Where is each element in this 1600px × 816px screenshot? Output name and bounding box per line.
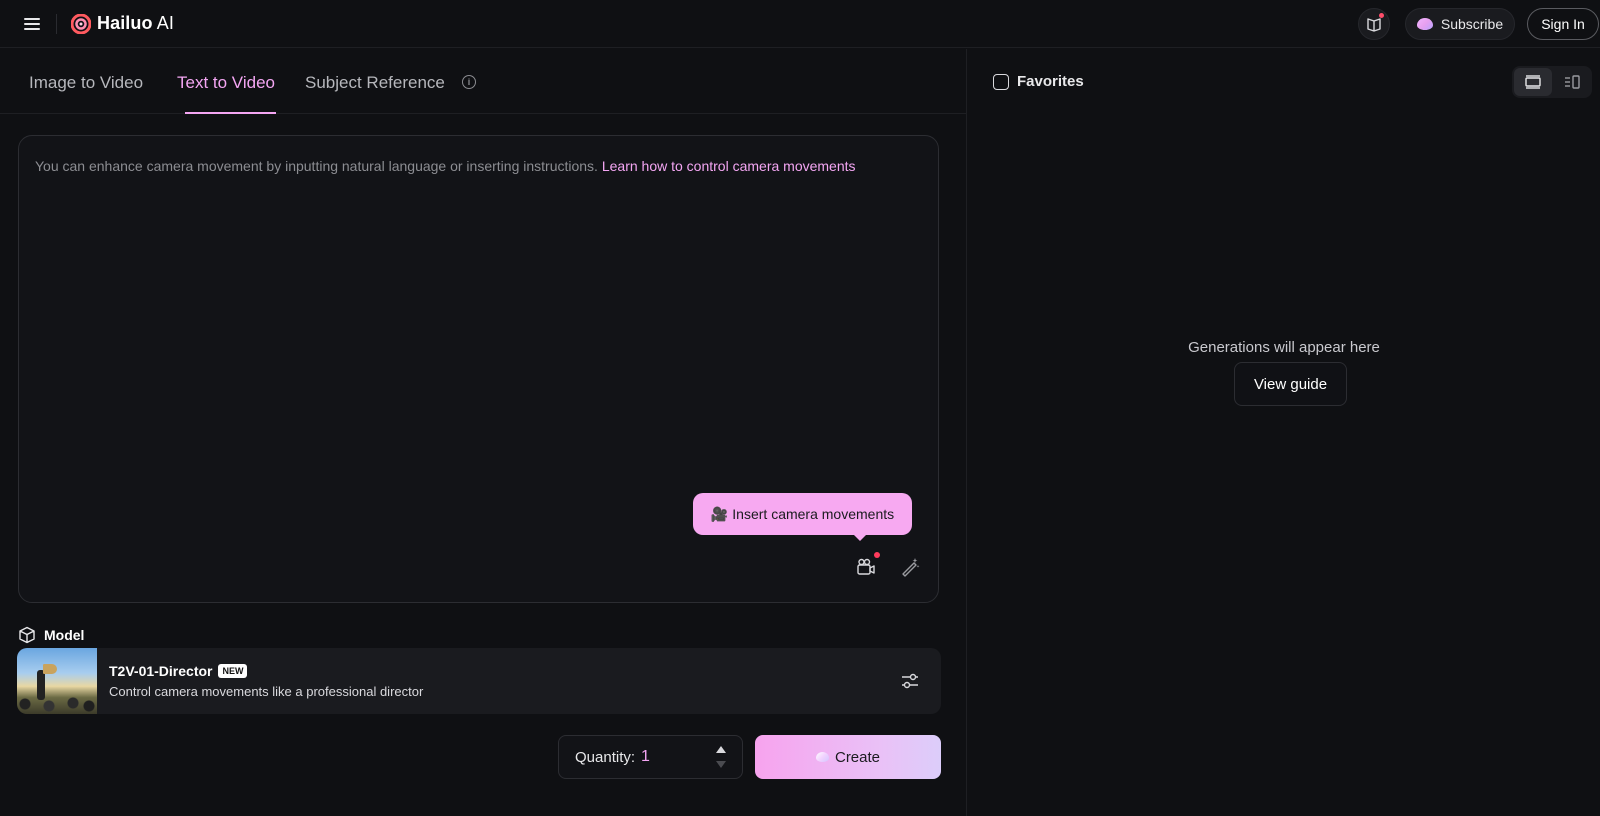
quantity-label: Quantity: bbox=[575, 748, 636, 766]
book-icon bbox=[1367, 18, 1381, 32]
favorites-label: Favorites bbox=[1017, 73, 1084, 90]
generations-panel: Favorites Generations will appear here V… bbox=[966, 49, 1600, 816]
model-selector[interactable]: T2V-01-Director NEW Control camera movem… bbox=[17, 648, 941, 714]
split-view-button[interactable] bbox=[1554, 68, 1590, 96]
movie-camera-icon: 🎥 bbox=[710, 505, 729, 522]
view-toggle bbox=[1512, 66, 1592, 98]
mode-tabs: Image to Video Text to Video Subject Ref… bbox=[0, 49, 966, 114]
quantity-decrement-icon[interactable] bbox=[716, 761, 726, 768]
magic-wand-icon[interactable] bbox=[899, 556, 921, 578]
docs-button[interactable] bbox=[1358, 8, 1390, 40]
favorites-filter[interactable]: Favorites bbox=[993, 73, 1084, 90]
model-name-text: T2V-01-Director bbox=[109, 663, 213, 679]
camera-guide-link[interactable]: Learn how to control camera movements bbox=[602, 158, 856, 174]
subscribe-button[interactable]: Subscribe bbox=[1405, 8, 1515, 40]
cube-icon bbox=[19, 626, 35, 644]
tab-image-to-video[interactable]: Image to Video bbox=[29, 73, 143, 93]
camera-icon[interactable] bbox=[855, 556, 877, 578]
create-label: Create bbox=[834, 748, 881, 766]
sliders-icon[interactable] bbox=[899, 670, 921, 692]
quantity-stepper[interactable]: Quantity: 1 bbox=[558, 735, 743, 779]
quantity-increment-icon[interactable] bbox=[716, 746, 726, 753]
list-view-button[interactable] bbox=[1514, 68, 1552, 96]
prompt-textarea[interactable]: You can enhance camera movement by input… bbox=[18, 135, 939, 603]
tab-subject-reference[interactable]: Subject Reference bbox=[305, 73, 445, 93]
menu-icon[interactable] bbox=[22, 14, 42, 34]
prompt-placeholder: You can enhance camera movement by input… bbox=[35, 158, 856, 174]
hailuo-logo-icon bbox=[71, 13, 91, 34]
subscribe-label: Subscribe bbox=[1440, 16, 1504, 32]
favorites-checkbox[interactable] bbox=[993, 73, 1009, 90]
gem-icon bbox=[1416, 18, 1433, 30]
view-guide-button[interactable]: View guide bbox=[1234, 362, 1347, 406]
new-badge: NEW bbox=[218, 664, 248, 678]
gem-icon bbox=[815, 752, 829, 762]
logo[interactable]: Hailuo AI bbox=[71, 13, 174, 34]
info-icon[interactable]: i bbox=[462, 75, 476, 89]
app-name: Hailuo AI bbox=[97, 13, 174, 33]
model-thumbnail bbox=[17, 648, 97, 714]
camera-notification-dot bbox=[874, 552, 880, 558]
model-description: Control camera movements like a professi… bbox=[109, 684, 424, 699]
header-divider bbox=[56, 14, 57, 34]
tooltip-text: Insert camera movements bbox=[732, 506, 895, 522]
list-view-icon bbox=[1525, 75, 1541, 89]
model-name: T2V-01-Director NEW bbox=[109, 663, 248, 679]
tab-text-to-video[interactable]: Text to Video bbox=[177, 73, 275, 93]
empty-state-text: Generations will appear here bbox=[1188, 339, 1380, 356]
split-view-icon bbox=[1565, 75, 1580, 89]
sign-in-button[interactable]: Sign In bbox=[1527, 8, 1599, 40]
create-button[interactable]: Create bbox=[755, 735, 941, 779]
model-section-label: Model bbox=[18, 626, 84, 644]
quantity-value[interactable]: 1 bbox=[641, 748, 650, 766]
insert-camera-tooltip: 🎥 Insert camera movements bbox=[693, 493, 912, 541]
creation-panel: Image to Video Text to Video Subject Ref… bbox=[0, 49, 966, 816]
notification-dot bbox=[1379, 13, 1384, 18]
top-bar: Hailuo AI Subscribe Sign In bbox=[0, 0, 1600, 48]
active-tab-indicator bbox=[185, 112, 276, 114]
model-label-text: Model bbox=[44, 627, 85, 643]
